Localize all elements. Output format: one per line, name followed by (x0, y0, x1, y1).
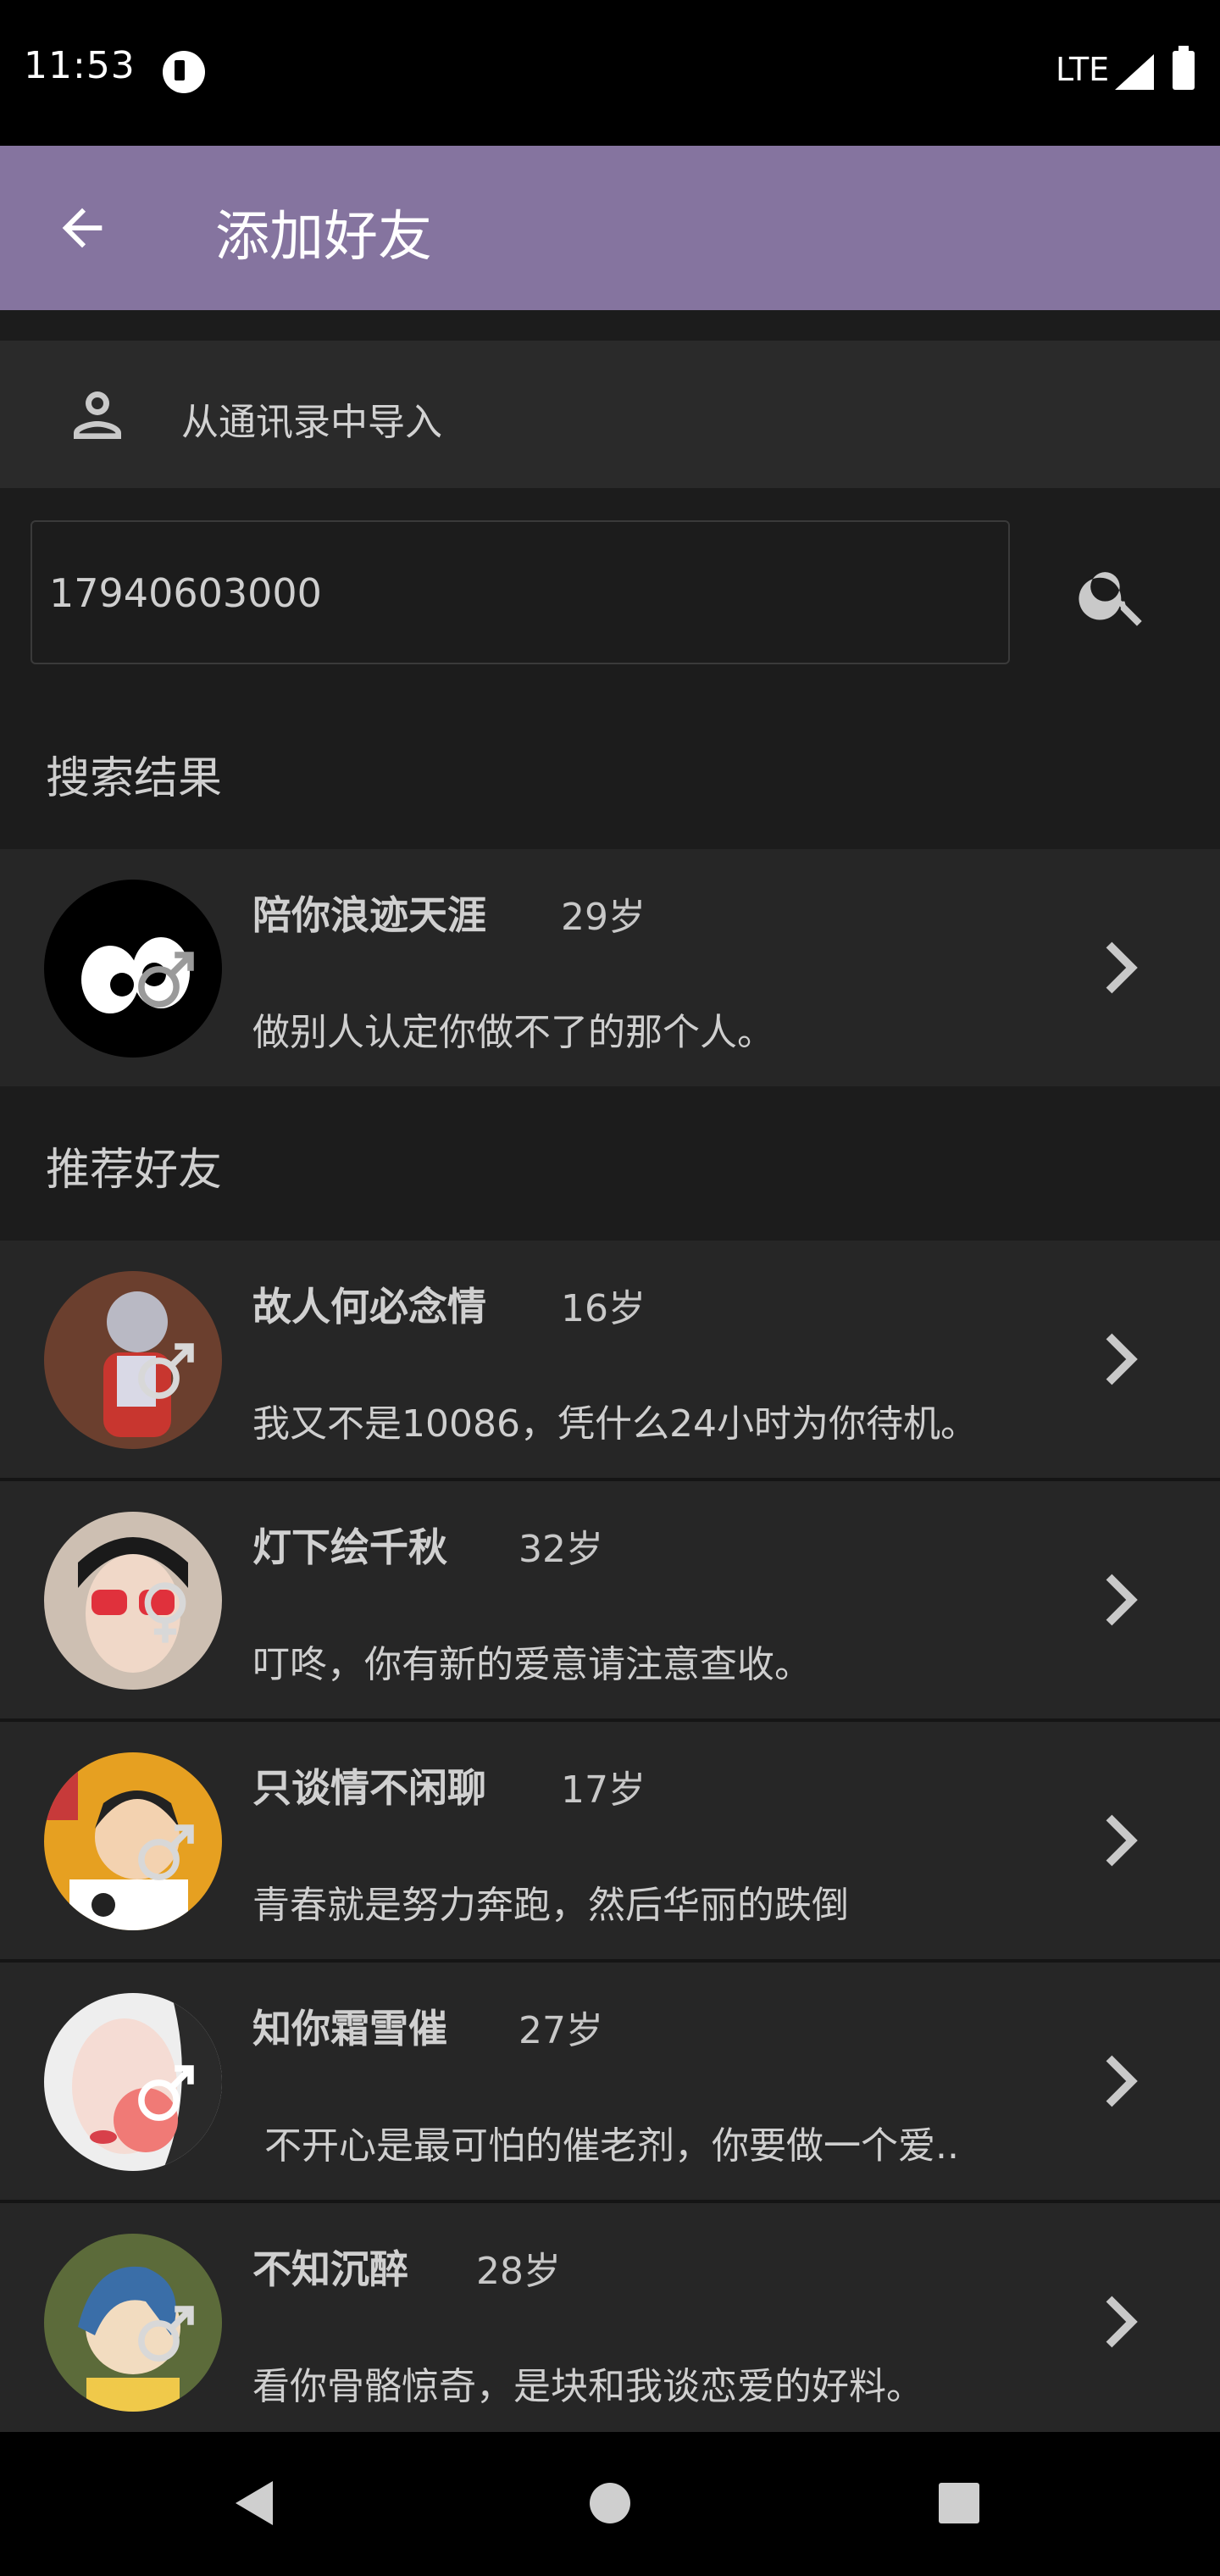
arrow-left-icon[interactable] (53, 198, 112, 258)
male-icon (138, 952, 194, 1008)
chevron-right-icon (1106, 941, 1138, 994)
chevron-right-icon (1106, 2055, 1138, 2107)
nav-home-icon[interactable] (588, 2481, 632, 2525)
app-bar: 添加好友 (0, 146, 1220, 310)
recommend-row[interactable]: 知你霜雪催 27岁 不开心是最可怕的催老剂，你要做一个爱.. (0, 1963, 1220, 2200)
chevron-right-icon (1106, 1814, 1138, 1867)
user-name: 灯下绘千秋 (252, 1524, 447, 1570)
chevron-right-icon (1106, 2296, 1138, 2348)
chevron-right-icon (1106, 1333, 1138, 1385)
network-type: LTE (1056, 51, 1110, 88)
user-age: 29岁 (561, 896, 646, 939)
battery-icon (1173, 46, 1195, 90)
user-age: 17岁 (561, 1768, 646, 1812)
user-signature: 做别人认定你做不了的那个人。 (252, 1011, 774, 1054)
user-signature: 我又不是10086，凭什么24小时为你待机。 (252, 1402, 978, 1446)
male-icon (138, 2065, 194, 2121)
search-results-title: 搜索结果 (46, 753, 223, 804)
male-icon (138, 1343, 194, 1399)
user-name: 陪你浪迹天涯 (252, 892, 486, 938)
user-age: 32岁 (518, 1528, 603, 1571)
user-age: 28岁 (476, 2250, 561, 2293)
page-title: 添加好友 (215, 206, 432, 269)
nav-recents-icon[interactable] (937, 2481, 981, 2525)
recommend-title: 推荐好友 (46, 1145, 223, 1196)
nav-back-icon[interactable] (230, 2478, 278, 2529)
recommend-row[interactable]: 只谈情不闲聊 17岁 青春就是努力奔跑，然后华丽的跌倒 (0, 1722, 1220, 1959)
import-contacts-row[interactable]: 从通讯录中导入 (0, 341, 1220, 488)
user-signature: 不开心是最可怕的催老剂，你要做一个爱.. (252, 2124, 959, 2168)
search-field[interactable] (30, 520, 1010, 664)
system-nav-bar (0, 2432, 1220, 2576)
chevron-right-icon (1106, 1574, 1138, 1626)
male-icon (138, 2306, 194, 2362)
search-input[interactable] (47, 522, 983, 664)
recommend-row[interactable]: 不知沉醉 28岁 看你骨骼惊奇，是块和我谈恋爱的好料。 (0, 2203, 1220, 2432)
user-name: 只谈情不闲聊 (252, 1765, 486, 1811)
recommend-row[interactable]: 灯下绘千秋 32岁 叮咚，你有新的爱意请注意查收。 (0, 1481, 1220, 1718)
status-bar: 11:53 LTE (0, 0, 1220, 146)
user-name: 故人何必念情 (252, 1284, 486, 1330)
search-result-row[interactable]: 陪你浪迹天涯 29岁 做别人认定你做不了的那个人。 (0, 849, 1220, 1086)
male-icon (138, 1824, 194, 1880)
user-name: 知你霜雪催 (252, 2006, 447, 2051)
user-name: 不知沉醉 (252, 2246, 408, 2292)
search-icon[interactable] (1074, 556, 1152, 634)
signal-icon (1115, 54, 1154, 90)
user-signature: 青春就是努力奔跑，然后华丽的跌倒 (252, 1884, 849, 1927)
user-signature: 看你骨骼惊奇，是块和我谈恋爱的好料。 (252, 2365, 923, 2408)
recommend-row[interactable]: 故人何必念情 16岁 我又不是10086，凭什么24小时为你待机。 (0, 1241, 1220, 1478)
user-age: 27岁 (518, 2009, 603, 2052)
female-icon (144, 1582, 186, 1643)
user-signature: 叮咚，你有新的爱意请注意查收。 (252, 1643, 812, 1686)
app-notification-icon (163, 51, 205, 93)
status-time: 11:53 (24, 44, 136, 87)
person-icon (74, 391, 121, 439)
user-age: 16岁 (561, 1287, 646, 1330)
import-contacts-label: 从通讯录中导入 (181, 401, 442, 444)
